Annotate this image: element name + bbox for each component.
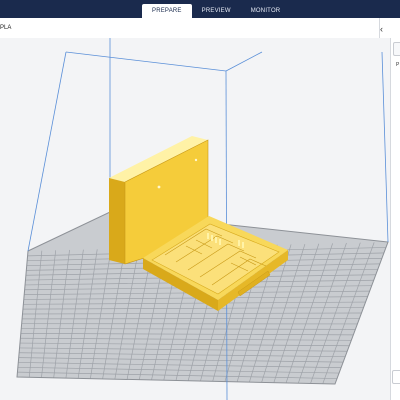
view-toggle-button[interactable] — [392, 370, 400, 384]
print-settings-box[interactable] — [393, 42, 400, 56]
build-plate-scene — [16, 38, 389, 400]
right-side-panel — [390, 38, 400, 400]
side-panel-label: P — [396, 62, 400, 68]
